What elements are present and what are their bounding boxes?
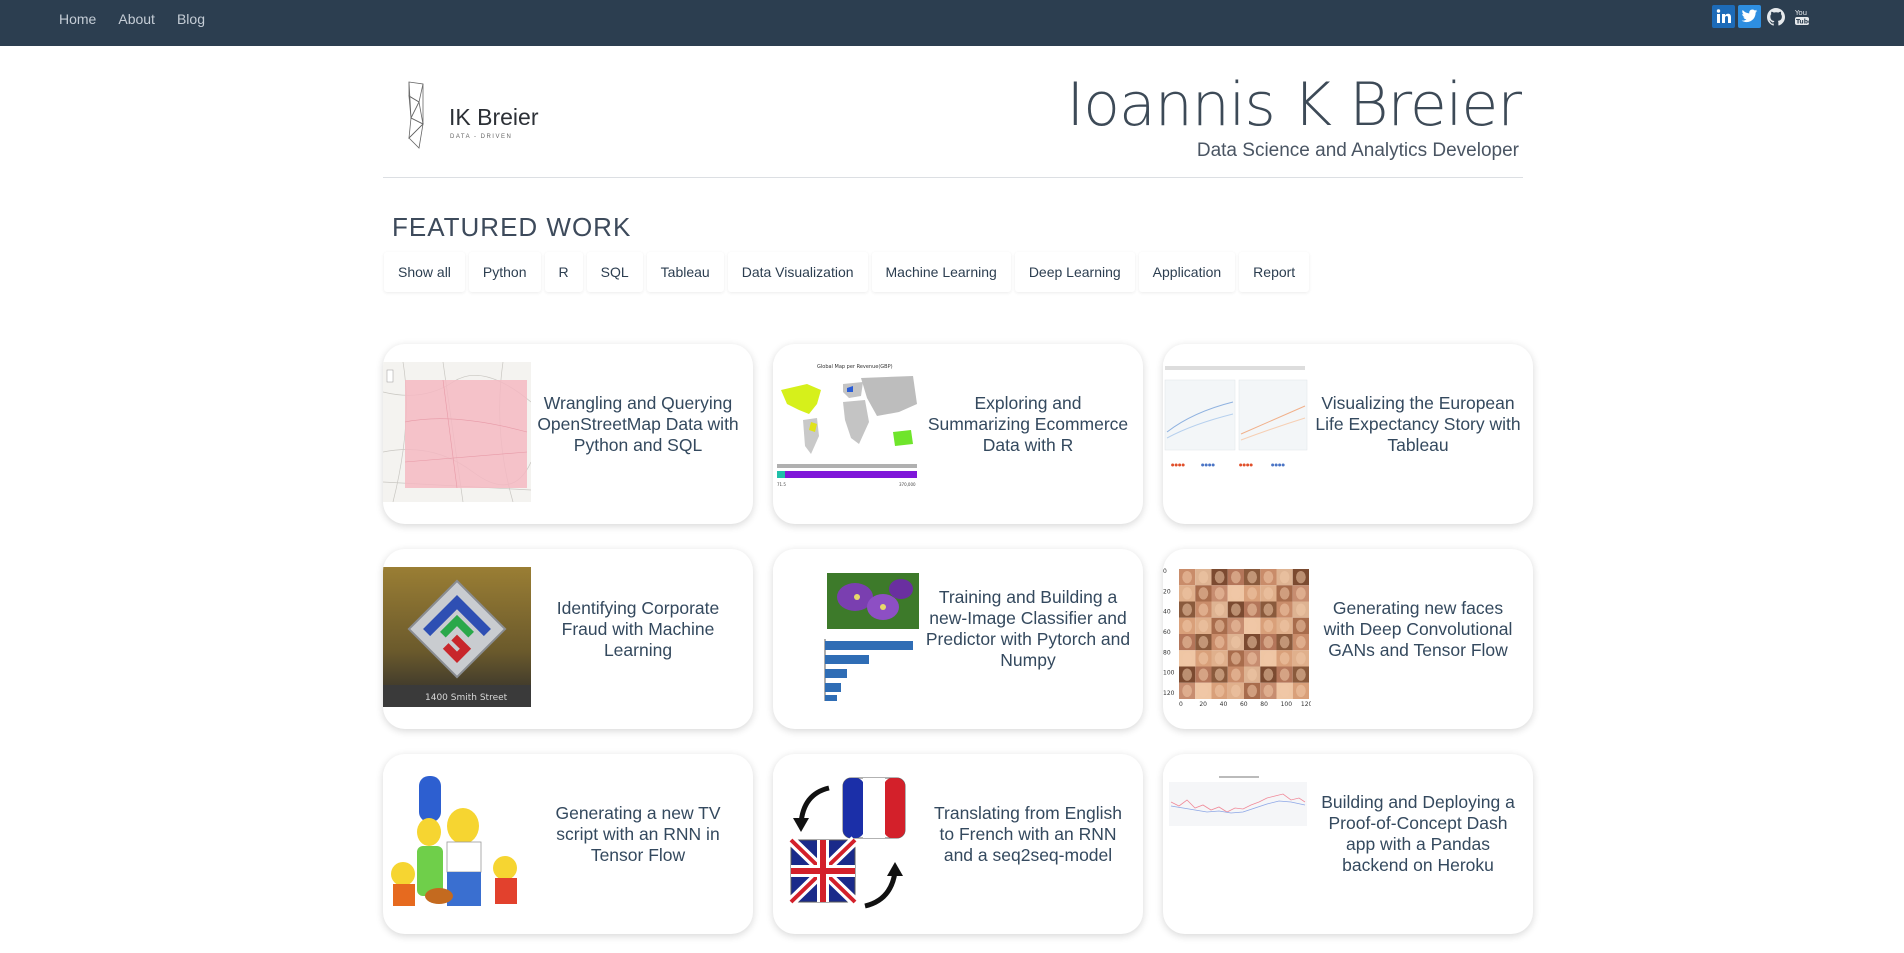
project-card[interactable]: Translating from English to French with … <box>773 754 1143 934</box>
filter-tableau[interactable]: Tableau <box>646 252 724 292</box>
filter-sql[interactable]: SQL <box>586 252 643 292</box>
nav-link-about[interactable]: About <box>107 11 166 27</box>
filter-report[interactable]: Report <box>1239 252 1310 292</box>
svg-text:●●●●: ●●●● <box>1171 462 1185 467</box>
project-title: Building and Deploying a Proof-of-Concep… <box>1321 792 1515 875</box>
project-card[interactable]: 0 20 40 60 80 100 120 0 20 40 60 80 100 120 Generatin… <box>1163 549 1533 729</box>
thumb-y-tick: 80 <box>1163 649 1171 656</box>
github-icon[interactable] <box>1764 5 1787 28</box>
nav-link-blog[interactable]: Blog <box>166 11 216 27</box>
map-thumbnail <box>383 362 531 502</box>
filter-show-all[interactable]: Show all <box>384 252 465 292</box>
project-card[interactable]: Training and Building a new-Image Classi… <box>773 549 1143 729</box>
svg-text:●●●●: ●●●● <box>1239 462 1253 467</box>
project-title: Identifying Corporate Fraud with Machine… <box>556 597 720 660</box>
site-header: IK Breier DATA - DRIVEN Ioannis K Breier… <box>383 62 1523 178</box>
featured-heading: FEATURED WORK <box>392 212 632 242</box>
thumb-x-tick: 0 <box>1179 701 1183 707</box>
thumb-y-tick: 100 <box>1163 670 1175 677</box>
linkedin-icon[interactable] <box>1712 5 1735 28</box>
project-title: Visualizing the European Life Expectancy… <box>1315 392 1521 455</box>
site-title: Ioannis K Breier <box>1066 70 1522 140</box>
thumb-x-tick: 80 <box>1260 701 1268 707</box>
faces-grid-thumbnail: 0 20 40 60 80 100 120 0 20 40 60 80 100 120 <box>1163 567 1311 707</box>
flags-thumbnail <box>773 772 921 912</box>
logo-tagline: DATA - DRIVEN <box>450 134 513 140</box>
youtube-icon[interactable]: YouTube <box>1790 5 1813 28</box>
svg-text:●●●●: ●●●● <box>1201 462 1215 467</box>
svg-text:●●●●: ●●●● <box>1271 462 1285 467</box>
filter-deep-learning[interactable]: Deep Learning <box>1014 252 1135 292</box>
nav-link-home[interactable]: Home <box>48 11 107 27</box>
site-logo[interactable]: IK Breier DATA - DRIVEN <box>405 80 545 150</box>
project-title: Translating from English to French with … <box>933 802 1123 865</box>
filter-data-visualization[interactable]: Data Visualization <box>727 252 868 292</box>
project-title: Training and Building a new-Image Classi… <box>925 587 1131 670</box>
project-title: Exploring and Summarizing Ecommerce Data… <box>927 392 1129 455</box>
thumb-y-tick: 0 <box>1163 568 1167 575</box>
twitter-icon[interactable] <box>1738 5 1761 28</box>
project-title: Generating a new TV script with an RNN i… <box>555 802 721 865</box>
thumb-y-tick: 60 <box>1163 629 1171 636</box>
filter-bar: Show all Python R SQL Tableau Data Visua… <box>384 252 1310 292</box>
svg-text:71.5: 71.5 <box>777 482 786 487</box>
project-card[interactable]: 1400 Smith Street Identifying Corporate … <box>383 549 753 729</box>
filter-application[interactable]: Application <box>1138 252 1236 292</box>
dashboard-thumbnail: ●●●● ●●●● ●●●● ●●●● <box>1163 362 1311 502</box>
svg-text:You: You <box>1794 9 1807 17</box>
enron-logo-thumbnail: 1400 Smith Street <box>383 567 531 707</box>
site-subtitle: Data Science and Analytics Developer <box>1196 140 1519 161</box>
thumb-y-tick: 40 <box>1163 609 1171 616</box>
flower-classifier-thumbnail <box>773 567 921 707</box>
thumb-x-tick: 120 <box>1301 701 1311 707</box>
filter-r[interactable]: R <box>544 252 583 292</box>
project-card[interactable]: Generating a new TV script with an RNN i… <box>383 754 753 934</box>
top-navbar: Home About Blog YouTube <box>0 0 1904 46</box>
thumb-x-tick: 100 <box>1281 701 1293 707</box>
thumb-y-tick: 120 <box>1163 690 1175 697</box>
thumb-chart-title: Global Map per Revenue(GBP) <box>817 364 893 370</box>
nav-links: Home About Blog <box>48 0 216 38</box>
thumb-x-tick: 40 <box>1220 701 1228 707</box>
thumb-caption: 1400 Smith Street <box>425 693 508 703</box>
svg-text:370,000: 370,000 <box>899 482 916 487</box>
project-title: Generating new faces with Deep Convoluti… <box>1323 597 1513 660</box>
logo-text: IK Breier <box>449 104 539 130</box>
thumb-x-tick: 60 <box>1240 701 1248 707</box>
line-chart-thumbnail <box>1163 772 1311 912</box>
project-card[interactable]: Global Map per Revenue(GBP) 71.5 370,000… <box>773 344 1143 524</box>
project-grid: Wrangling and Querying OpenStreetMap Dat… <box>383 344 1533 934</box>
filter-python[interactable]: Python <box>468 252 541 292</box>
world-map-thumbnail: Global Map per Revenue(GBP) 71.5 370,000 <box>773 362 921 502</box>
project-title: Wrangling and Querying OpenStreetMap Dat… <box>537 392 739 455</box>
social-links: YouTube <box>1712 5 1813 28</box>
thumb-x-tick: 20 <box>1199 701 1207 707</box>
filter-machine-learning[interactable]: Machine Learning <box>871 252 1011 292</box>
svg-text:Tube: Tube <box>1796 18 1810 25</box>
project-card[interactable]: ●●●● ●●●● ●●●● ●●●● Visualizing the Euro… <box>1163 344 1533 524</box>
project-card[interactable]: Wrangling and Querying OpenStreetMap Dat… <box>383 344 753 524</box>
cartoon-family-thumbnail <box>383 772 531 912</box>
thumb-y-tick: 20 <box>1163 588 1171 595</box>
logo-mark-icon <box>408 81 424 149</box>
project-card[interactable]: Building and Deploying a Proof-of-Concep… <box>1163 754 1533 934</box>
